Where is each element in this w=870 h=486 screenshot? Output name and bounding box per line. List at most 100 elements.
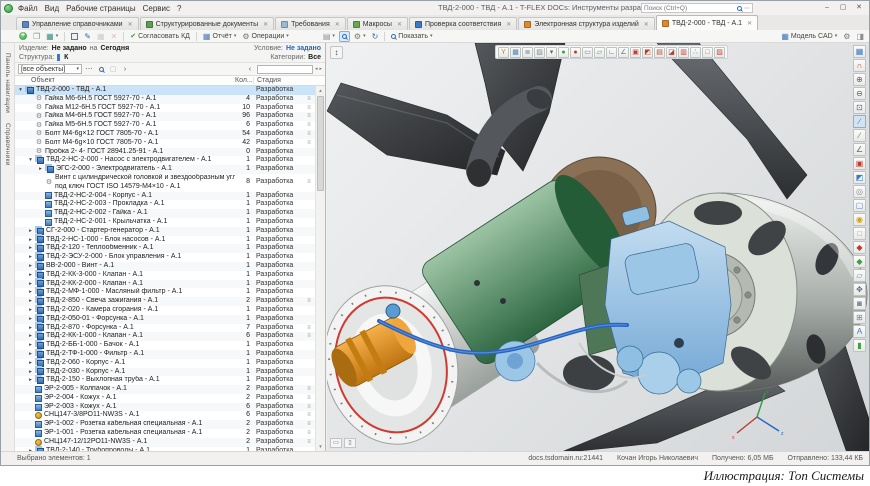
plane-icon[interactable]: ▱ [594,47,605,58]
wireframe-view-icon[interactable]: □ [853,227,866,240]
save-button[interactable]: ▦ [95,31,107,42]
tab-close-icon[interactable]: ✕ [644,21,649,28]
tab-close-icon[interactable]: ✕ [397,21,402,28]
measure-distance-icon[interactable]: ∕ [853,115,866,128]
include-point-icon[interactable]: ● [570,47,581,58]
table-row[interactable]: ▸ ТВД-2-050-01 - Форсунка - А.1 1 Разраб… [15,315,315,324]
section-cube-alt-icon[interactable]: ◩ [853,171,866,184]
object-filter-select[interactable]: [все объекты]▾ [18,64,82,74]
tools-button[interactable]: ⚙▾ [352,31,368,42]
quick-search-input[interactable] [257,65,313,74]
column-stage[interactable]: Стадия [253,77,303,84]
add-object-button[interactable]: + [17,31,29,42]
search-input[interactable] [644,5,735,12]
document-tab[interactable]: Структурированные документы ✕ [140,17,275,30]
document-tab[interactable]: Управление справочниками ✕ [16,17,139,30]
angle-icon[interactable]: ∠ [618,47,629,58]
operations-button[interactable]: ⚙Операции▾ [240,31,290,42]
exclude-point-icon[interactable]: ● [558,47,569,58]
table-row[interactable]: ▾ ТВД-2-000 - ТВД - А.1 Разработка [15,86,315,95]
document-tab[interactable]: ТВД-2-000 - ТВД - А.1 ✕ [656,15,758,30]
table-row[interactable]: ▸ ТВД-2-КК-1-000 - Клапан - А.1 6 Разраб… [15,332,315,341]
table-row[interactable]: ▸ ТВД-2-060 - Корпус - А.1 1 Разработка [15,359,315,368]
table-row[interactable]: ЭР-2-005 - Колпачок - А.1 2 Разработка ≡ [15,385,315,394]
model-cad-button[interactable]: ▦Модель CAD▾ [779,31,839,42]
table-row[interactable]: ▾ ТВД-2-НС-2-000 - Насос с электродвигат… [15,156,315,165]
dropdown-caret-icon[interactable]: ▾ [546,47,557,58]
table-row[interactable]: ЭР-2-004 - Кожух - А.1 2 Разработка ≡ [15,394,315,403]
materials-icon[interactable]: ▮ [853,339,866,352]
document-tab[interactable]: Электронная структура изделий ✕ [518,17,655,30]
expand-arrow-icon[interactable]: ▸ [27,315,34,324]
table-row[interactable]: ▸ ТВД-2-ТФ-1-000 - Фильтр - А.1 1 Разраб… [15,350,315,359]
table-row[interactable]: ТВД-2-НС-2-003 - Прокладка - А.1 1 Разра… [15,200,315,209]
category-value[interactable]: Все [308,54,321,61]
rotate-disc-icon[interactable]: ◎ [853,185,866,198]
show-button[interactable]: Показать▾ [389,31,434,42]
table-row[interactable]: ▸ ТВД-2-870 - Форсунка - А.1 7 Разработк… [15,324,315,333]
search-icon[interactable] [737,6,742,11]
projection-icon[interactable]: ⊞ [853,311,866,324]
table-row[interactable]: СНЦ147-3/8РО11-NW3S - А.1 6 Разработка ≡ [15,411,315,420]
table-view-button[interactable]: ▦▾ [44,31,60,42]
zoom-dynamic-icon[interactable]: ⊖ [853,87,866,100]
search-next-icon[interactable]: ▸ [319,66,322,72]
axes-icon[interactable]: ∟ [606,47,617,58]
tab-close-icon[interactable]: ✕ [747,20,752,27]
zoom-in-icon[interactable]: ⊕ [853,73,866,86]
expand-arrow-icon[interactable]: ▸ [27,324,34,333]
table-row[interactable]: ▸ ТВД-2-030 - Корпус - А.1 1 Разработка [15,368,315,377]
table-row[interactable]: ▸ ТВД-2-ББ-1-000 - Бачок - А.1 1 Разрабо… [15,341,315,350]
scroll-down-icon[interactable]: ▼ [316,442,325,451]
section-right-icon[interactable]: ◪ [666,47,677,58]
search-tree-button[interactable] [339,31,350,42]
view-button[interactable] [69,31,80,42]
table-row[interactable]: ▸ ТВД-2-ЭСУ-2-000 - Блок управления - А.… [15,253,315,262]
maximize-button[interactable]: ▢ [835,1,851,15]
table-row[interactable]: ТВД-2-НС-2-002 - Гайка - А.1 1 Разработк… [15,209,315,218]
filter-apply-button[interactable]: › [120,64,130,74]
expand-arrow-icon[interactable]: ▸ [37,165,44,174]
filter-search-button[interactable] [96,64,106,74]
section-box-icon[interactable]: ▣ [630,47,641,58]
document-tab[interactable]: Проверка соответствия ✕ [409,17,517,30]
expand-arrow-icon[interactable]: ▸ [27,341,34,350]
table-row[interactable]: ▸ ЭГС-2-000 - Электродвигатель - А.1 1 Р… [15,165,315,174]
measure-note-icon[interactable]: ∕ [853,129,866,142]
table-row[interactable]: ЭР-1-001 - Розетка кабельная специальная… [15,429,315,438]
expand-arrow-icon[interactable]: ▸ [27,350,34,359]
iso-view-icon[interactable]: ◆ [853,255,866,268]
table-row[interactable]: ⚙ Гайка М4-6Н.5 ГОСТ 5927-70 - А.1 96 Ра… [15,112,315,121]
shaded-view-icon[interactable]: ◉ [853,213,866,226]
filter-extra-button[interactable]: ▢ [108,64,118,74]
menu-item[interactable]: Рабочие страницы [66,4,135,13]
filter-icon[interactable]: Y [498,47,509,58]
section-bottom-icon[interactable]: ▥ [678,47,689,58]
expand-arrow-icon[interactable]: ▸ [27,359,34,368]
normal-view-icon[interactable]: ◆ [853,241,866,254]
scroll-up-icon[interactable]: ▲ [316,86,325,95]
clip-volume-icon[interactable]: ∴ [690,47,701,58]
edit-button[interactable]: ✎ [82,31,93,42]
table-row[interactable]: ⚙ Болт М4-6g×12 ГОСТ 7805-70 - А.1 54 Ра… [15,130,315,139]
report-button[interactable]: ▦Отчёт▾ [201,31,238,42]
table-row[interactable]: ▸ ТВД-2-МФ-1-000 - Масляный фильтр - А.1… [15,288,315,297]
table-row[interactable]: ⚙ Гайка М6-6Н.5 ГОСТ 5927-70 - А.1 4 Раз… [15,95,315,104]
section-cube-icon[interactable]: ▣ [853,157,866,170]
table-row[interactable]: ▸ ТВД-2-КК-2-000 - Клапан - А.1 1 Разраб… [15,280,315,289]
table-row[interactable]: СНЦ147-12/12РО11-NW3S - А.1 2 Разработка… [15,438,315,447]
search-prev-icon[interactable]: ◂ [315,66,318,72]
expand-arrow-icon[interactable]: ▸ [27,227,34,236]
approve-kd-button[interactable]: ✔Согласовать КД [128,31,192,42]
table-row[interactable]: ▸ ТВД-2-120 - Теплообменник - А.1 1 Разр… [15,244,315,253]
expand-arrow-icon[interactable]: ▸ [27,244,34,253]
document-tab[interactable]: Требования ✕ [275,17,346,30]
search-options-icon[interactable]: ⋯ [744,5,750,12]
section-left-icon[interactable]: ◩ [642,47,653,58]
expand-arrow-icon[interactable]: ▸ [27,332,34,341]
global-search[interactable]: ⋯ [641,3,753,13]
column-qty[interactable]: Кол... [235,77,253,84]
page-remove-icon[interactable]: ▨ [714,47,725,58]
expand-arrow-icon[interactable]: ▸ [27,297,34,306]
copy-view-icon[interactable]: ▱ [853,269,866,282]
